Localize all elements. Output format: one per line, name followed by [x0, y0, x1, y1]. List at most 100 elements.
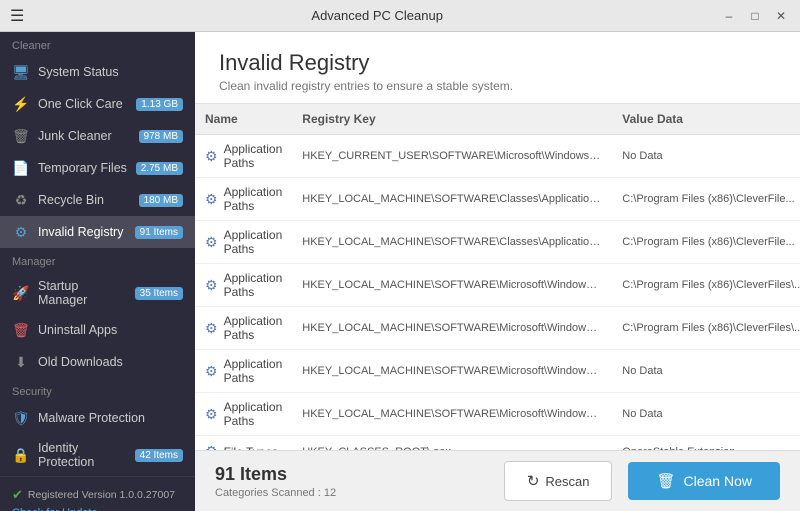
page-subtitle: Clean invalid registry entries to ensure… — [219, 79, 776, 93]
table-row[interactable]: ⚙ Application Paths HKEY_LOCAL_MACHINE\S… — [195, 264, 800, 307]
junk-cleaner-label: Junk Cleaner — [38, 129, 131, 143]
sidebar-footer: ✔ Registered Version 1.0.0.27007 Check f… — [0, 476, 195, 511]
row-name-cell: ⚙ Application Paths — [195, 221, 292, 264]
sidebar-item-recycle-bin[interactable]: ♻ Recycle Bin 180 MB — [0, 184, 195, 216]
startup-manager-badge: 35 Items — [135, 287, 183, 300]
table-row[interactable]: ⚙ Application Paths HKEY_CURRENT_USER\SO… — [195, 135, 800, 178]
clean-icon: 🗑 — [656, 472, 675, 490]
row-type-icon: ⚙ — [205, 277, 218, 294]
maximize-button[interactable]: □ — [746, 7, 764, 25]
footer-bar: 91 Items Categories Scanned : 12 ↻ Resca… — [195, 450, 800, 511]
row-value-data: C:\Program Files (x86)\CleverFiles\.. — [612, 264, 800, 307]
minimize-button[interactable]: – — [720, 7, 738, 25]
table-row[interactable]: ⚙ Application Paths HKEY_LOCAL_MACHINE\S… — [195, 307, 800, 350]
row-registry-key: HKEY_LOCAL_MACHINE\SOFTWARE\Classes\Appl… — [292, 178, 612, 221]
old-downloads-label: Old Downloads — [38, 355, 183, 369]
malware-protection-label: Malware Protection — [38, 411, 183, 425]
identity-protection-badge: 42 Items — [135, 449, 183, 462]
row-type-label: Application Paths — [224, 228, 283, 256]
col-value-data: Value Data — [612, 104, 800, 135]
rescan-button[interactable]: ↻ Rescan — [504, 461, 613, 501]
temporary-files-badge: 2.75 MB — [136, 162, 183, 175]
row-type-label: Application Paths — [224, 142, 283, 170]
row-type-icon: ⚙ — [205, 363, 218, 380]
identity-icon: 🔒 — [12, 446, 30, 464]
menu-icon[interactable]: ☰ — [10, 6, 24, 26]
sidebar-item-one-click-care[interactable]: ⚡ One Click Care 1.13 GB — [0, 88, 195, 120]
sidebar-item-malware-protection[interactable]: 🛡 Malware Protection — [0, 402, 195, 434]
uninstall-apps-label: Uninstall Apps — [38, 323, 183, 337]
row-type-icon: ⚙ — [205, 234, 218, 251]
col-registry-key: Registry Key — [292, 104, 612, 135]
sidebar: Cleaner 🖥 System Status ⚡ One Click Care… — [0, 32, 195, 511]
oneclick-icon: ⚡ — [12, 95, 30, 113]
sidebar-item-system-status[interactable]: 🖥 System Status — [0, 56, 195, 88]
startup-manager-label: Startup Manager — [38, 279, 127, 307]
downloads-icon: ⬇ — [12, 353, 30, 371]
row-name-cell: ⚙ Application Paths — [195, 178, 292, 221]
startup-icon: 🚀 — [12, 284, 30, 302]
one-click-care-label: One Click Care — [38, 97, 128, 111]
table-row[interactable]: ⚙ Application Paths HKEY_LOCAL_MACHINE\S… — [195, 178, 800, 221]
row-type-icon: ⚙ — [205, 443, 218, 450]
row-registry-key: HKEY_LOCAL_MACHINE\SOFTWARE\Microsoft\Wi… — [292, 264, 612, 307]
row-registry-key: HKEY_LOCAL_MACHINE\SOFTWARE\Classes\Appl… — [292, 221, 612, 264]
sidebar-item-junk-cleaner[interactable]: 🗑 Junk Cleaner 978 MB — [0, 120, 195, 152]
registered-info: ✔ Registered Version 1.0.0.27007 — [12, 487, 183, 503]
temporary-files-label: Temporary Files — [38, 161, 128, 175]
table-row[interactable]: ⚙ File Types HKEY_CLASSES_ROOT\.oex Oper… — [195, 436, 800, 451]
sidebar-item-identity-protection[interactable]: 🔒 Identity Protection 42 Items — [0, 434, 195, 476]
recycle-bin-icon: ♻ — [12, 191, 30, 209]
sidebar-item-old-downloads[interactable]: ⬇ Old Downloads — [0, 346, 195, 378]
content-area: Invalid Registry Clean invalid registry … — [195, 32, 800, 511]
sidebar-item-invalid-registry[interactable]: ⚙ Invalid Registry 91 Items — [0, 216, 195, 248]
row-registry-key: HKEY_LOCAL_MACHINE\SOFTWARE\Microsoft\Wi… — [292, 393, 612, 436]
app-title: Advanced PC Cleanup — [34, 8, 720, 23]
row-value-data: C:\Program Files (x86)\CleverFile... — [612, 221, 800, 264]
row-type-icon: ⚙ — [205, 320, 218, 337]
temp-files-icon: 📄 — [12, 159, 30, 177]
row-value-data: No Data — [612, 350, 800, 393]
recycle-bin-badge: 180 MB — [139, 194, 183, 207]
row-type-label: Application Paths — [224, 314, 283, 342]
monitor-icon: 🖥 — [12, 63, 30, 81]
table-row[interactable]: ⚙ Application Paths HKEY_LOCAL_MACHINE\S… — [195, 393, 800, 436]
clean-label: Clean Now — [684, 473, 752, 489]
row-value-data: C:\Program Files (x86)\CleverFile... — [612, 178, 800, 221]
row-type-label: Application Paths — [224, 400, 283, 428]
invalid-registry-badge: 91 Items — [135, 226, 183, 239]
app-window: ☰ Advanced PC Cleanup – □ ✕ Cleaner 🖥 Sy… — [0, 0, 800, 511]
sidebar-item-uninstall-apps[interactable]: 🗑 Uninstall Apps — [0, 314, 195, 346]
row-name-cell: ⚙ Application Paths — [195, 307, 292, 350]
junk-cleaner-badge: 978 MB — [139, 130, 183, 143]
row-type-icon: ⚙ — [205, 406, 218, 423]
clean-now-button[interactable]: 🗑 Clean Now — [628, 462, 780, 500]
window-controls: – □ ✕ — [720, 7, 790, 25]
recycle-bin-label: Recycle Bin — [38, 193, 131, 207]
row-name-cell: ⚙ Application Paths — [195, 350, 292, 393]
sidebar-item-temporary-files[interactable]: 📄 Temporary Files 2.75 MB — [0, 152, 195, 184]
row-type-icon: ⚙ — [205, 148, 218, 165]
uninstall-icon: 🗑 — [12, 321, 30, 339]
row-value-data: C:\Program Files (x86)\CleverFiles\.. — [612, 307, 800, 350]
registry-table-wrapper[interactable]: Name Registry Key Value Data ⚙ Applicati… — [195, 104, 800, 450]
main-layout: Cleaner 🖥 System Status ⚡ One Click Care… — [0, 32, 800, 511]
close-button[interactable]: ✕ — [772, 7, 790, 25]
item-count: 91 Items — [215, 464, 488, 485]
title-bar: ☰ Advanced PC Cleanup – □ ✕ — [0, 0, 800, 32]
manager-section-label: Manager — [0, 248, 195, 272]
registered-text: Registered Version 1.0.0.27007 — [28, 489, 175, 501]
check-update-link[interactable]: Check for Update — [12, 507, 183, 511]
table-row[interactable]: ⚙ Application Paths HKEY_LOCAL_MACHINE\S… — [195, 350, 800, 393]
registry-icon: ⚙ — [12, 223, 30, 241]
one-click-care-badge: 1.13 GB — [136, 98, 183, 111]
row-name-cell: ⚙ Application Paths — [195, 393, 292, 436]
row-type-label: Application Paths — [224, 185, 283, 213]
col-name: Name — [195, 104, 292, 135]
sidebar-item-startup-manager[interactable]: 🚀 Startup Manager 35 Items — [0, 272, 195, 314]
table-row[interactable]: ⚙ Application Paths HKEY_LOCAL_MACHINE\S… — [195, 221, 800, 264]
content-header: Invalid Registry Clean invalid registry … — [195, 32, 800, 104]
table-header-row: Name Registry Key Value Data — [195, 104, 800, 135]
page-title: Invalid Registry — [219, 50, 776, 76]
system-status-label: System Status — [38, 65, 183, 79]
